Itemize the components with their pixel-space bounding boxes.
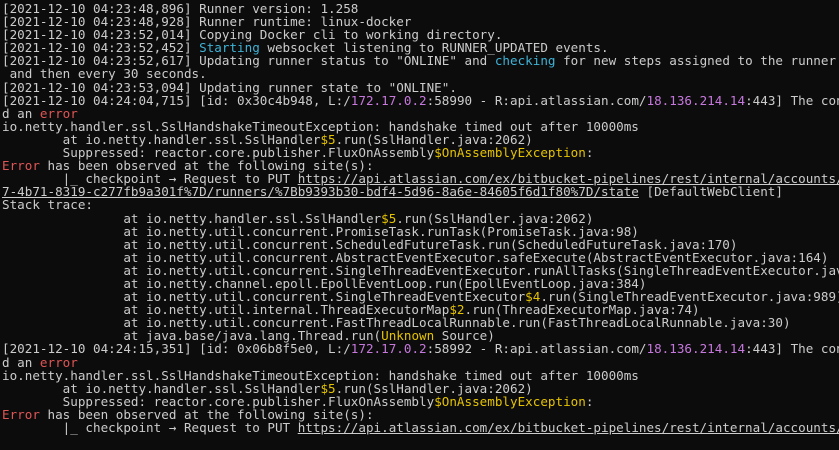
terminal-output[interactable]: [2021-12-10 04:23:48,896] Runner version…: [0, 0, 839, 450]
highlighted-text: $OnAssemblyException: [434, 393, 586, 409]
log-text: :58990 - R:api.atlassian.com/: [426, 92, 647, 108]
highlighted-text: $OnAssemblyException: [434, 145, 586, 161]
highlighted-text: 18.136.214.14: [646, 341, 746, 357]
url-link[interactable]: https://api.atlassian.com/ex/bitbucket-p…: [298, 420, 839, 435]
highlighted-text: checking: [494, 53, 556, 69]
highlighted-text: 18.136.214.14: [646, 92, 746, 108]
log-text: |_ checkpoint → Request to PUT: [2, 420, 298, 435]
highlighted-text: 172.17.0.2: [350, 341, 427, 357]
log-text: [DefaultWebClient]: [638, 184, 783, 200]
log-text: :: [585, 393, 594, 409]
log-text: for new steps assigned to the runner aft…: [563, 53, 837, 69]
log-line: [2021-12-10 04:24:15,351] [id: 0x06b8f5e…: [2, 342, 839, 355]
log-text: :443] The connection observe: [745, 92, 839, 108]
log-text: :58992 - R:api.atlassian.com/: [426, 341, 647, 357]
log-line: [2021-12-10 04:24:04,715] [id: 0x30c4b94…: [2, 94, 839, 107]
url-link[interactable]: 7-4b71-8319-c277fb9a301f%7D/runners/%7Bb…: [2, 184, 639, 199]
highlighted-text: 172.17.0.2: [350, 92, 427, 108]
log-text: :443] The connection observe: [745, 341, 839, 357]
log-line: |_ checkpoint → Request to PUT https://a…: [2, 421, 839, 434]
log-line: 7-4b71-8319-c277fb9a301f%7D/runners/%7Bb…: [2, 185, 839, 198]
log-text: :: [585, 145, 594, 161]
